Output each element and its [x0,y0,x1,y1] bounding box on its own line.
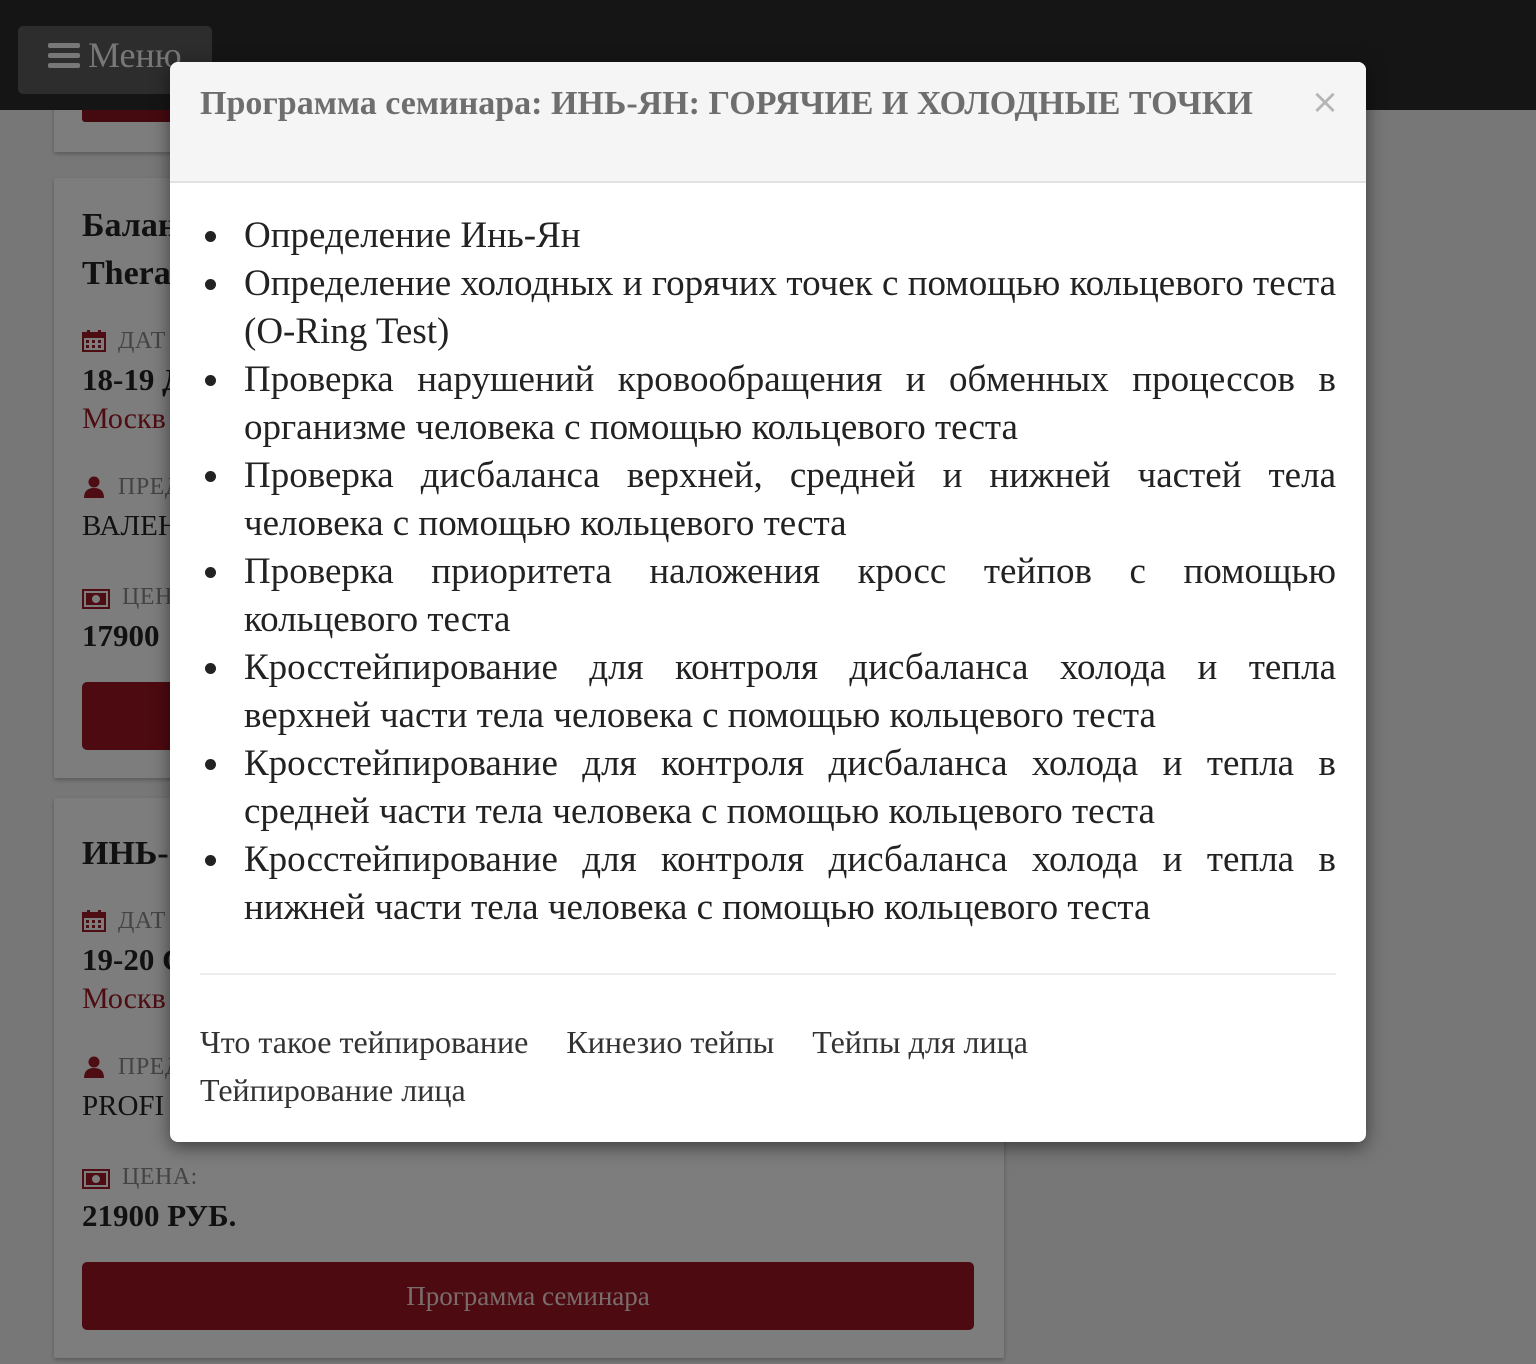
footer-link-kinesio-tapes[interactable]: Кинезио тейпы [566,1018,774,1066]
bullet-icon [205,231,216,242]
list-item-text: Определение Инь-Ян [244,215,581,256]
bullet-icon [205,279,216,290]
bullet-icon [205,855,216,866]
list-item-text: Кросстейпирование для контроля дисбаланс… [244,839,1336,928]
bullet-icon [205,663,216,674]
modal-title: Программа семинара: ИНЬ-ЯН: ГОРЯЧИЕ И ХО… [200,85,1253,122]
footer-link-what-is-taping[interactable]: Что такое тейпирование [200,1018,528,1066]
list-item: Кросстейпирование для контроля дисбаланс… [200,740,1336,836]
list-item-text: Проверка приоритета наложения кросс тейп… [244,551,1336,640]
list-item-text: Проверка дисбаланса верхней, средней и н… [244,455,1336,544]
list-item-text: Кросстейпирование для контроля дисбаланс… [244,647,1336,736]
list-item: Проверка приоритета наложения кросс тейп… [200,548,1336,644]
list-item: Кросстейпирование для контроля дисбаланс… [200,836,1336,932]
bullet-icon [205,471,216,482]
bullet-icon [205,567,216,578]
footer-link-face-tapes[interactable]: Тейпы для лица [812,1018,1028,1066]
modal-header: Программа семинара: ИНЬ-ЯН: ГОРЯЧИЕ И ХО… [170,62,1366,183]
bullet-icon [205,375,216,386]
list-item: Определение холодных и горячих точек с п… [200,260,1336,356]
list-item: Определение Инь-Ян [200,212,1336,260]
list-item: Проверка дисбаланса верхней, средней и н… [200,452,1336,548]
list-item-text: Определение холодных и горячих точек с п… [244,263,1336,352]
close-icon[interactable]: × [1308,82,1342,122]
list-item-text: Проверка нарушений кровообращения и обме… [244,359,1336,448]
program-list: Определение Инь-Ян Определение холодных … [200,212,1336,932]
program-modal: Программа семинара: ИНЬ-ЯН: ГОРЯЧИЕ И ХО… [170,62,1366,1142]
footer-links: Что такое тейпирование Кинезио тейпы Тейпы… [200,1018,1336,1114]
list-item-text: Кросстейпирование для контроля дисбаланс… [244,743,1336,832]
bullet-icon [205,759,216,770]
footer-link-face-taping[interactable]: Тейпирование лица [200,1066,466,1114]
list-item: Кросстейпирование для контроля дисбаланс… [200,644,1336,740]
modal-divider [200,973,1336,975]
list-item: Проверка нарушений кровообращения и обме… [200,356,1336,452]
